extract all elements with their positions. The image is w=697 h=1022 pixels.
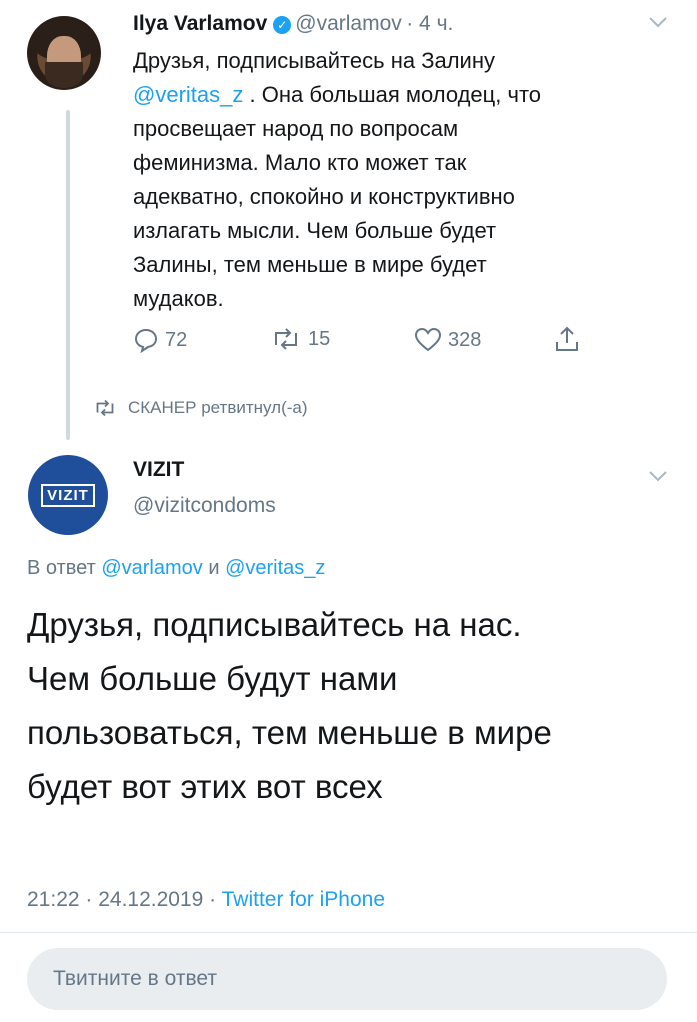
reply-button[interactable]: 72 [133, 327, 187, 353]
reply-and: и [202, 557, 226, 579]
reply-to-line: В ответ @varlamov и @veritas_z [27, 557, 325, 580]
retweet-button[interactable]: 15 [270, 327, 330, 351]
chevron-down-icon[interactable] [648, 12, 668, 35]
chevron-down-icon[interactable] [648, 466, 668, 489]
avatar-varlamov[interactable] [27, 16, 101, 90]
thread-line [66, 110, 70, 440]
reply-input[interactable]: Твитните в ответ [27, 948, 667, 1010]
tweet-line: @veritas_z . Она большая молодец, что [133, 78, 673, 112]
reply-prefix: В ответ [27, 557, 102, 579]
tweet-line: просвещает народ по вопросам [133, 116, 459, 141]
tweet-line: Чем больше будут нами [27, 660, 398, 697]
share-button[interactable] [554, 325, 586, 353]
tweet1-header: Ilya Varlamov ✓ @varlamov · 4 ч. [133, 12, 453, 36]
share-icon [556, 326, 578, 351]
tweet-line: мудаков. [133, 286, 224, 311]
mention-link[interactable]: @veritas_z [133, 82, 243, 107]
tweet-time: · 4 ч. [406, 12, 454, 35]
tweet-line: Залины, тем меньше в мире будет [133, 252, 487, 277]
like-count: 328 [448, 328, 482, 351]
mention-link[interactable]: @varlamov [101, 557, 202, 579]
tweet1-text: Друзья, подписывайтесь на Залину @verita… [133, 44, 673, 316]
retweet-note[interactable]: СКАНЕР ретвитнул(-а) [92, 398, 308, 418]
reply-placeholder: Твитните в ответ [53, 967, 217, 990]
like-icon [414, 327, 442, 352]
source-link[interactable]: Twitter for iPhone [222, 888, 385, 911]
retweet-count: 15 [308, 327, 331, 350]
timestamp: 21:22 · 24.12.2019 · [27, 888, 222, 911]
author-name[interactable]: Ilya Varlamov [133, 12, 267, 35]
tweet-line: Друзья, подписывайтесь на Залину [133, 48, 495, 73]
tweet-line: Друзья, подписывайтесь на нас. [27, 606, 522, 643]
retweet-note-text: СКАНЕР ретвитнул(-а) [128, 398, 308, 417]
mention-link[interactable]: @veritas_z [225, 557, 325, 579]
vizit-logo: VIZIT [41, 483, 95, 507]
tweet-line: адекватно, спокойно и конструктивно [133, 184, 515, 209]
author-name[interactable]: VIZIT [133, 458, 184, 482]
tweet-line-rest: . Она большая молодец, что [243, 82, 542, 107]
tweet2-text: Друзья, подписывайтесь на нас. Чем больш… [27, 598, 677, 814]
tweet-line: излагать мысли. Чем больше будет [133, 218, 497, 243]
tweet-line: будет вот этих вот всех [27, 768, 383, 805]
author-handle[interactable]: @vizitcondoms [133, 494, 276, 518]
reply-icon [134, 328, 158, 353]
reply-count: 72 [165, 328, 188, 351]
tweet-line: феминизма. Мало кто может так [133, 150, 467, 175]
tweet-line: пользоваться, тем меньше в мире [27, 714, 552, 751]
avatar-vizit[interactable]: VIZIT [28, 455, 108, 535]
retweet-icon [275, 328, 297, 350]
divider [0, 932, 697, 933]
like-button[interactable]: 328 [414, 327, 481, 353]
retweet-icon [96, 399, 114, 417]
verified-icon: ✓ [273, 16, 292, 34]
tweet-meta: 21:22 · 24.12.2019 · Twitter for iPhone [27, 888, 385, 912]
author-handle[interactable]: @varlamov [295, 12, 402, 35]
